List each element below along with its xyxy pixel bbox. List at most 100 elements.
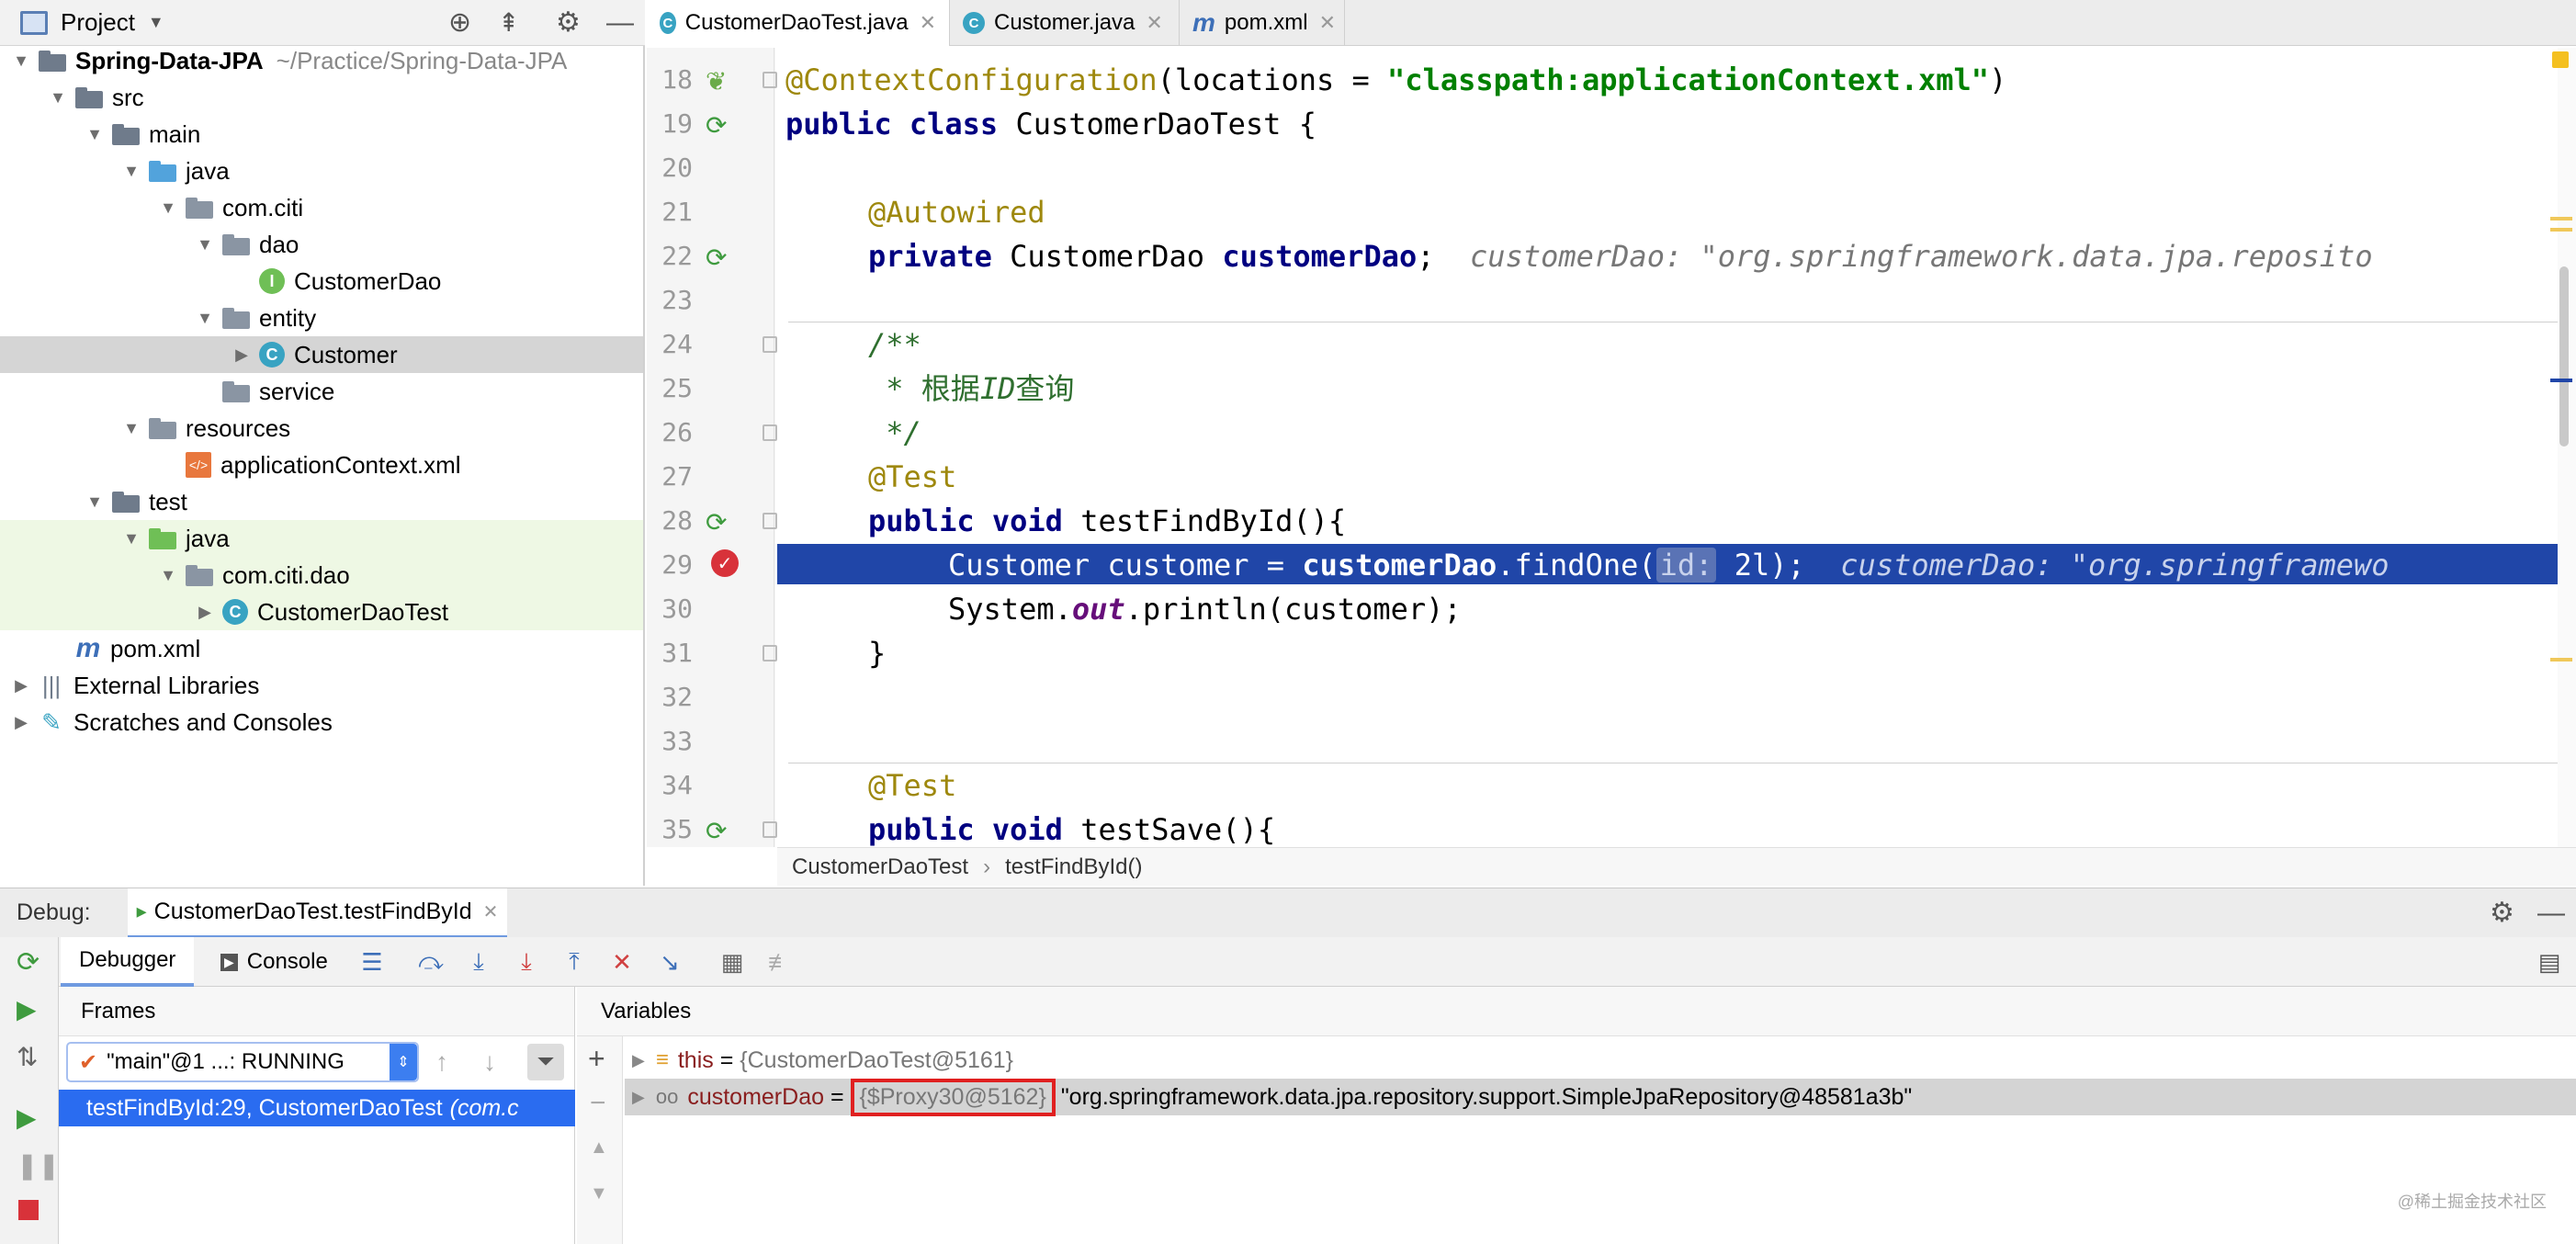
fold-icon[interactable] xyxy=(763,821,777,838)
expand-arrow-icon[interactable]: ▶ xyxy=(11,712,31,732)
trace-icon[interactable]: ≢ xyxy=(764,946,796,978)
tree-item[interactable]: ▼ java xyxy=(0,520,643,557)
evaluate-expression-icon[interactable]: ▦ xyxy=(717,946,748,978)
tree-item[interactable]: ▼ Spring-Data-JPA ~/Practice/Spring-Data-J… xyxy=(0,42,643,79)
tree-item[interactable]: ▼ com.citi xyxy=(0,189,643,226)
fold-icon[interactable] xyxy=(763,645,777,662)
spring-bean-icon[interactable]: ❦ xyxy=(706,66,727,96)
expand-arrow-icon[interactable]: ▼ xyxy=(85,492,105,512)
breakpoint-icon[interactable]: ✓ xyxy=(711,549,739,577)
expand-arrow-icon[interactable]: ▼ xyxy=(11,51,31,71)
pause-icon[interactable]: ❚❚ xyxy=(17,1150,60,1181)
autowired-bean-icon[interactable]: ⟳ xyxy=(706,243,727,273)
expand-arrow-icon[interactable]: ▼ xyxy=(121,418,141,438)
tree-item[interactable]: ▶ ✎ Scratches and Consoles xyxy=(0,704,643,741)
step-out-icon[interactable]: ⤒ xyxy=(559,946,590,978)
breadcrumb-method[interactable]: testFindById() xyxy=(1005,854,1142,880)
stop-icon[interactable] xyxy=(18,1200,39,1220)
gear-icon[interactable]: ⚙ xyxy=(2490,897,2514,929)
run-to-cursor-icon[interactable]: ↘ xyxy=(654,946,685,978)
expand-arrow-icon[interactable]: ▼ xyxy=(48,87,68,107)
tree-item[interactable]: ▼ java xyxy=(0,153,643,189)
close-icon[interactable]: ✕ xyxy=(1146,11,1162,35)
dropdown-icon[interactable]: ⇕ xyxy=(390,1044,417,1080)
expand-arrow-icon[interactable]: ▶ xyxy=(195,602,215,622)
marker[interactable] xyxy=(2550,658,2572,662)
tree-item[interactable]: m pom.xml xyxy=(0,630,643,667)
debug-session-tab[interactable]: ▸ CustomerDaoTest.testFindById ✕ xyxy=(127,888,508,938)
remove-watch-icon[interactable]: − xyxy=(590,1088,606,1119)
marker[interactable] xyxy=(2550,217,2572,221)
expand-arrow-icon[interactable]: ▼ xyxy=(121,528,141,548)
tree-item[interactable]: I CustomerDao xyxy=(0,263,643,300)
minimize-icon[interactable]: — xyxy=(2537,898,2565,929)
arrow-down-icon[interactable]: ↓ xyxy=(483,1047,496,1077)
marker[interactable] xyxy=(2550,228,2572,232)
tree-item[interactable]: ▼ com.citi.dao xyxy=(0,557,643,594)
tab-customerdaotest[interactable]: C CustomerDaoTest.java ✕ xyxy=(647,0,950,46)
project-title[interactable]: Project xyxy=(61,8,135,37)
move-up-icon[interactable]: ▲ xyxy=(590,1137,608,1159)
tree-item[interactable]: ▼ dao xyxy=(0,226,643,263)
close-icon[interactable]: ✕ xyxy=(1319,11,1336,35)
scroll-thumb[interactable] xyxy=(2559,266,2569,447)
breadcrumb-file[interactable]: CustomerDaoTest xyxy=(792,854,968,880)
rerun-icon[interactable]: ⟳ xyxy=(17,946,40,978)
expand-arrow-icon[interactable]: ▼ xyxy=(158,198,178,218)
tree-item[interactable]: service xyxy=(0,373,643,410)
gear-icon[interactable]: ⚙ xyxy=(556,6,581,39)
threads-menu-icon[interactable]: ☰ xyxy=(356,946,388,978)
expand-arrow-icon[interactable]: ▶ xyxy=(232,345,252,365)
close-icon[interactable]: ✕ xyxy=(483,900,499,923)
add-watch-icon[interactable]: + xyxy=(588,1042,605,1076)
tab-console[interactable]: ▶ Console xyxy=(220,937,328,987)
thread-selector[interactable]: ✔ "main"@1 ...: RUNNING ⇕ xyxy=(66,1042,419,1082)
tab-customer[interactable]: C Customer.java ✕ xyxy=(950,0,1180,46)
fold-icon[interactable] xyxy=(763,424,777,441)
expand-icon[interactable]: ▶ xyxy=(632,1088,645,1107)
run-test-icon[interactable]: ⟳ xyxy=(706,110,727,141)
step-into-icon[interactable]: ⤓ xyxy=(463,946,494,978)
fold-icon[interactable] xyxy=(763,336,777,353)
expand-arrow-icon[interactable]: ▼ xyxy=(85,124,105,144)
expand-arrow-icon[interactable]: ▶ xyxy=(11,675,31,696)
expand-arrow-icon[interactable]: ▼ xyxy=(158,565,178,585)
locate-icon[interactable]: ⊕ xyxy=(448,6,471,39)
code-area[interactable] xyxy=(777,48,2559,847)
variable-row-customerdao[interactable]: ▶ oo customerDao = {$Proxy30@5162} "org.… xyxy=(625,1078,2576,1116)
run-test-icon[interactable]: ⟳ xyxy=(706,507,727,537)
collapse-all-icon[interactable]: ⇞ xyxy=(498,7,519,38)
resume-icon[interactable]: ▶ xyxy=(17,1103,37,1133)
frame-row[interactable]: testFindById:29, CustomerDaoTest (com.c xyxy=(59,1090,575,1126)
layout-settings-icon[interactable]: ▤ xyxy=(2534,946,2565,978)
step-over-icon[interactable]: ⤼ xyxy=(415,946,446,978)
editor-scrollbar[interactable] xyxy=(2558,48,2576,847)
tab-debugger[interactable]: Debugger xyxy=(61,937,195,987)
minimize-icon[interactable]: — xyxy=(606,7,634,39)
tree-item[interactable]: ▶ C CustomerDaoTest xyxy=(0,594,643,630)
chevron-down-icon[interactable]: ▼ xyxy=(148,13,164,32)
filter-icon[interactable]: ⏷ xyxy=(527,1044,564,1080)
variable-row-this[interactable]: ▶ ≡ this = {CustomerDaoTest@5161} xyxy=(625,1042,2576,1079)
rerun-failed-icon[interactable]: ▶ xyxy=(17,994,37,1024)
tree-item[interactable]: ▼ entity xyxy=(0,300,643,336)
expand-arrow-icon[interactable]: ▼ xyxy=(121,161,141,181)
tab-pom[interactable]: m pom.xml ✕ xyxy=(1180,0,1345,46)
close-icon[interactable]: ✕ xyxy=(920,11,936,35)
expand-icon[interactable]: ▶ xyxy=(632,1051,645,1070)
arrow-up-icon[interactable]: ↑ xyxy=(435,1047,448,1077)
drop-frame-icon[interactable]: ✕ xyxy=(606,946,638,978)
fold-icon[interactable] xyxy=(763,513,777,529)
expand-arrow-icon[interactable]: ▼ xyxy=(195,308,215,328)
warning-marker[interactable] xyxy=(2552,51,2569,68)
tree-item[interactable]: </> applicationContext.xml xyxy=(0,447,643,483)
tree-item[interactable]: ▼ test xyxy=(0,483,643,520)
force-step-into-icon[interactable]: ⤓ xyxy=(511,946,542,978)
fold-icon[interactable] xyxy=(763,72,777,88)
expand-arrow-icon[interactable]: ▼ xyxy=(195,234,215,254)
marker[interactable] xyxy=(2550,379,2572,382)
tree-item[interactable]: ▼ resources xyxy=(0,410,643,447)
move-down-icon[interactable]: ▼ xyxy=(590,1183,608,1204)
tree-item[interactable]: ▼ main xyxy=(0,116,643,153)
restore-layout-icon[interactable]: ⇅ xyxy=(17,1042,38,1072)
